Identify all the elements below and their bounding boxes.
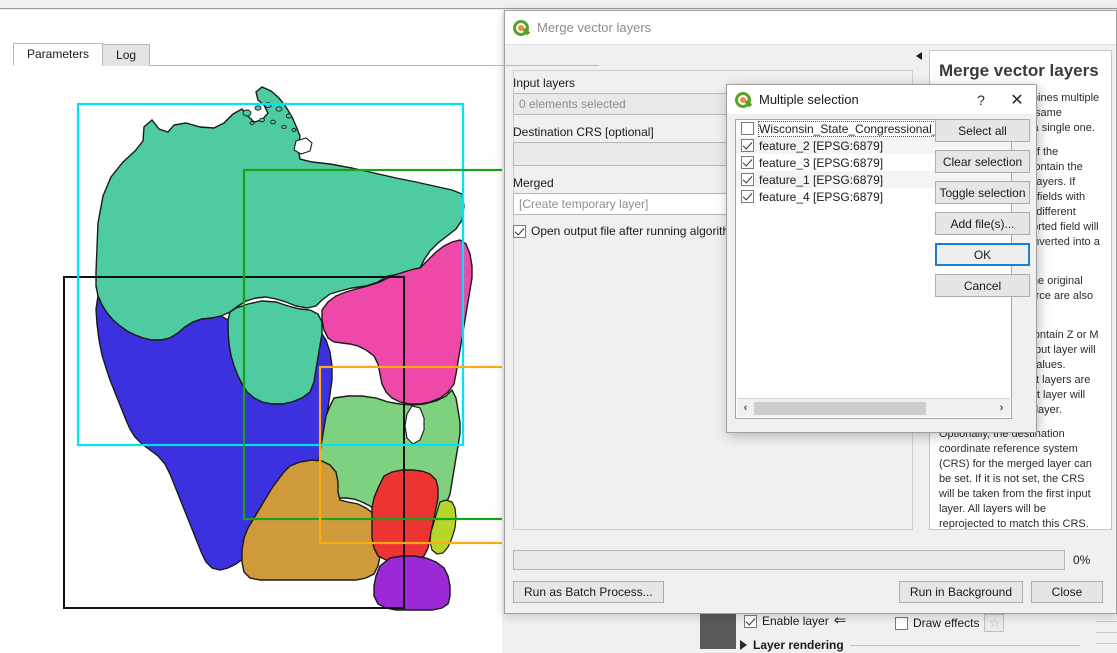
- enable-layer-checkbox-box[interactable]: [744, 614, 757, 628]
- list-item-label: feature_3 [EPSG:6879]: [759, 155, 884, 170]
- multiple-selection-title: Multiple selection: [759, 92, 859, 107]
- chevron-right-icon[interactable]: [740, 640, 747, 650]
- map-canvas[interactable]: [0, 10, 502, 653]
- run-in-background-button[interactable]: Run in Background: [898, 581, 1023, 603]
- scroll-right-arrow-icon[interactable]: ›: [993, 400, 1010, 417]
- main-toolbar-strip: [0, 0, 1117, 9]
- help-button[interactable]: ?: [966, 85, 996, 114]
- horizontal-scrollbar[interactable]: ‹ ›: [737, 398, 1010, 417]
- star-effects-icon[interactable]: ☆: [984, 614, 1005, 632]
- section-divider: [849, 644, 1080, 646]
- list-item-checkbox[interactable]: [741, 190, 754, 203]
- district-polygon: [373, 555, 451, 611]
- multiple-selection-buttons: Select all Clear selection Toggle select…: [935, 119, 1030, 297]
- layer-rendering-header[interactable]: Layer rendering: [740, 638, 1080, 652]
- help-panel-title: Merge vector layers: [939, 61, 1099, 80]
- add-files-button[interactable]: Add file(s)...: [935, 212, 1030, 235]
- list-item-checkbox[interactable]: [741, 139, 754, 152]
- list-item-label: feature_2 [EPSG:6879]: [759, 138, 884, 153]
- collapse-panel-arrow-icon[interactable]: [916, 52, 922, 60]
- blend-mode-icon[interactable]: [834, 611, 856, 629]
- open-output-checkbox-box[interactable]: [513, 224, 526, 238]
- close-button[interactable]: Close: [1031, 581, 1103, 603]
- select-all-button[interactable]: Select all: [935, 119, 1030, 142]
- list-item-checkbox[interactable]: [741, 156, 754, 169]
- list-item-checkbox[interactable]: [741, 173, 754, 186]
- progress-percent-label: 0%: [1073, 553, 1091, 567]
- list-item-label: feature_1 [EPSG:6879]: [759, 172, 884, 187]
- draw-effects-label: Draw effects: [913, 616, 980, 630]
- merge-dialog-buttons: Run as Batch Process... Run in Backgroun…: [513, 581, 1103, 605]
- wisconsin-districts-map: [63, 86, 502, 611]
- multiple-selection-titlebar[interactable]: Multiple selection ? ✕: [727, 85, 1036, 114]
- list-item-checkbox[interactable]: [741, 122, 754, 135]
- ok-button[interactable]: OK: [935, 243, 1030, 266]
- scroll-left-arrow-icon[interactable]: ‹: [737, 400, 754, 417]
- lake-hole: [404, 405, 425, 445]
- help-paragraph: Optionally, the destination coordinate r…: [939, 428, 1092, 530]
- close-icon[interactable]: ✕: [1002, 85, 1032, 114]
- scrollbar-track[interactable]: [754, 400, 993, 417]
- run-as-batch-process-button[interactable]: Run as Batch Process...: [513, 581, 664, 603]
- toggle-selection-button[interactable]: Toggle selection: [935, 181, 1030, 204]
- enable-layer-label: Enable layer: [762, 614, 829, 628]
- qgis-logo-icon: [513, 19, 531, 36]
- draw-effects-checkbox[interactable]: Draw effects ☆: [895, 614, 1005, 632]
- qgis-logo-icon: [735, 91, 753, 108]
- tab-log[interactable]: Log: [102, 44, 151, 66]
- symbol-preview-swatch: [700, 609, 736, 649]
- merge-dialog-titlebar[interactable]: Merge vector layers: [505, 11, 1116, 45]
- progress-bar: [513, 550, 1065, 570]
- draw-effects-checkbox-box[interactable]: [895, 616, 908, 630]
- progress-row: 0%: [513, 550, 1103, 570]
- multiple-selection-body: Wisconsin_State_Congressional_Districts …: [727, 114, 1038, 434]
- open-output-label: Open output file after running algorithm: [531, 224, 740, 238]
- clear-selection-button[interactable]: Clear selection: [935, 150, 1030, 173]
- lake-hole: [293, 137, 313, 155]
- tab-parameters[interactable]: Parameters: [13, 43, 104, 66]
- layer-rendering-label: Layer rendering: [753, 638, 844, 652]
- multiple-selection-dialog[interactable]: Multiple selection ? ✕ Wisconsin_State_C…: [726, 84, 1037, 433]
- cancel-button[interactable]: Cancel: [935, 274, 1030, 297]
- merge-dialog-tabbar[interactable]: Parameters Log: [13, 43, 599, 66]
- list-item-label: feature_4 [EPSG:6879]: [759, 189, 884, 204]
- scrollbar-thumb[interactable]: [754, 401, 927, 415]
- enable-layer-checkbox[interactable]: Enable layer: [744, 611, 856, 629]
- merge-dialog-title: Merge vector layers: [537, 20, 652, 35]
